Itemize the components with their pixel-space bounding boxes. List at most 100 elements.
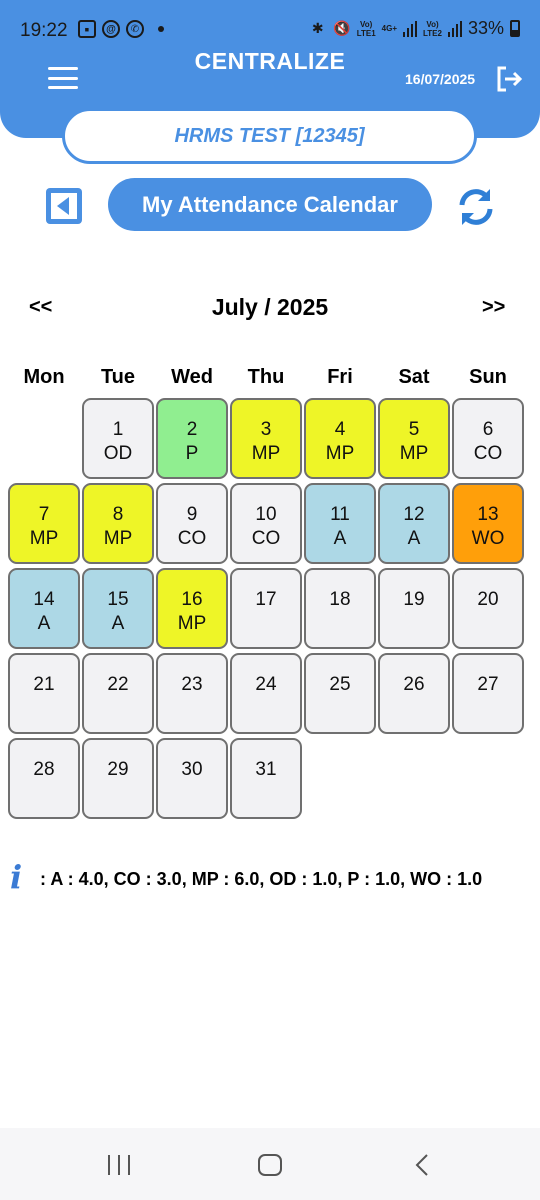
next-month-button[interactable]: >> [482,296,505,319]
day-status: CO [251,528,281,549]
calendar-day-cell[interactable]: 17 [230,568,302,649]
calendar-day-cell[interactable]: 7 MP [8,483,80,564]
day-number: 9 [186,504,198,525]
day-number: 25 [329,674,351,695]
day-number: 3 [260,419,272,440]
weekday-label: Sun [469,366,507,388]
calendar-day-cell[interactable]: 24 [230,653,302,734]
calendar-day-cell[interactable]: 27 [452,653,524,734]
day-number: 19 [403,589,425,610]
signal1-icon [403,20,417,37]
day-number: 21 [33,674,55,695]
calendar-day-cell[interactable]: 31 [230,738,302,819]
day-number: 18 [329,589,351,610]
calendar-day-cell[interactable]: 13 WO [452,483,524,564]
calendar-day-cell[interactable]: 30 [156,738,228,819]
calendar-day-cell[interactable]: 15 A [82,568,154,649]
weekday-label: Wed [171,366,213,388]
weekday-label: Tue [100,366,136,388]
calendar-day-cell[interactable]: 25 [304,653,376,734]
day-status: OD [103,443,133,464]
calendar-day-cell[interactable]: 16 MP [156,568,228,649]
calendar-day-cell[interactable]: 2P [156,398,228,479]
volte1-icon: Vo) LTE1 [356,19,376,38]
calendar-day-cell[interactable]: 22 [82,653,154,734]
day-number: 27 [477,674,499,695]
day-status: A [111,613,125,634]
company-name: HRMS TEST [12345] [174,124,365,147]
whatsapp-icon: ✆ [126,20,144,38]
day-number: 15 [107,589,129,610]
day-number: 22 [107,674,129,695]
day-status: A [333,528,347,549]
more-notifications-icon [158,26,164,32]
day-number: 29 [107,759,129,780]
hamburger-menu-icon[interactable] [48,67,78,89]
calendar-day-cell[interactable]: 8 MP [82,483,154,564]
back-arrow-icon[interactable] [44,186,84,226]
recent-apps-icon[interactable] [108,1155,130,1175]
day-status: MP [251,443,281,464]
day-number: 13 [477,504,499,525]
battery-percent: 33% [467,18,504,38]
day-status: MP [325,443,355,464]
bluetooth-icon: ✱ [311,20,324,36]
day-number: 8 [112,504,124,525]
calendar-day-cell[interactable]: 4 MP [304,398,376,479]
gallery-icon: ▪ [78,20,96,38]
info-icon: i [10,858,23,896]
weekday-label: Fri [327,366,353,388]
calendar-day-cell[interactable]: 28 [8,738,80,819]
calendar-day-cell[interactable]: 20 [452,568,524,649]
weekday-label: Sat [398,366,430,388]
home-icon[interactable] [258,1154,282,1176]
calendar-day-cell[interactable]: 3 MP [230,398,302,479]
day-number: 12 [403,504,425,525]
calendar-day-cell[interactable]: 12 A [378,483,450,564]
page-title-button: My Attendance Calendar [108,178,432,231]
day-status: CO [177,528,207,549]
calendar-day-cell[interactable]: 11 A [304,483,376,564]
day-status: CO [473,443,503,464]
summary-text: : A : 4.0, CO : 3.0, MP : 6.0, OD : 1.0,… [40,868,483,889]
calendar-day-cell[interactable]: 14 A [8,568,80,649]
company-name-pill: HRMS TEST [12345] [62,108,477,164]
calendar-day-cell[interactable]: 10 CO [230,483,302,564]
month-label: July / 2025 [211,294,329,320]
weekday-header: Mon Tue Wed Thu Fri Sat Sun [7,366,533,389]
calendar-day-cell[interactable]: 23 [156,653,228,734]
weekday-label: Thu [247,366,285,388]
app-notification-icon: @ [102,20,120,38]
mute-icon: 🔇 [332,20,351,36]
signal2-icon [447,20,462,37]
day-status: P [185,443,199,464]
battery-icon [510,20,520,37]
day-status: A [407,528,421,549]
calendar-day-cell[interactable]: 18 [304,568,376,649]
day-number: 7 [38,504,50,525]
calendar-day-cell[interactable]: 5 MP [378,398,450,479]
day-status: MP [177,613,207,634]
calendar-day-cell[interactable]: 29 [82,738,154,819]
day-number: 28 [33,759,55,780]
calendar-day-cell[interactable]: 1 OD [82,398,154,479]
day-number: 2 [186,419,198,440]
day-status: WO [471,528,505,549]
refresh-icon[interactable] [454,185,498,229]
day-status: MP [29,528,59,549]
day-status: A [37,613,51,634]
calendar-day-cell[interactable]: 9 CO [156,483,228,564]
logout-icon[interactable] [494,64,524,94]
day-number: 6 [482,419,494,440]
header-date: 16/07/2025 [405,71,476,87]
day-number: 23 [181,674,203,695]
calendar-day-cell[interactable]: 26 [378,653,450,734]
day-number: 10 [255,504,277,525]
attendance-summary: i : A : 4.0, CO : 3.0, MP : 6.0, OD : 1.… [10,858,482,896]
calendar-day-cell[interactable]: 6 CO [452,398,524,479]
volte2-icon: Vo) LTE2 [423,19,442,38]
system-back-icon[interactable] [412,1153,432,1177]
calendar-day-cell[interactable]: 19 [378,568,450,649]
system-nav-bar [0,1128,540,1200]
calendar-day-cell[interactable]: 21 [8,653,80,734]
